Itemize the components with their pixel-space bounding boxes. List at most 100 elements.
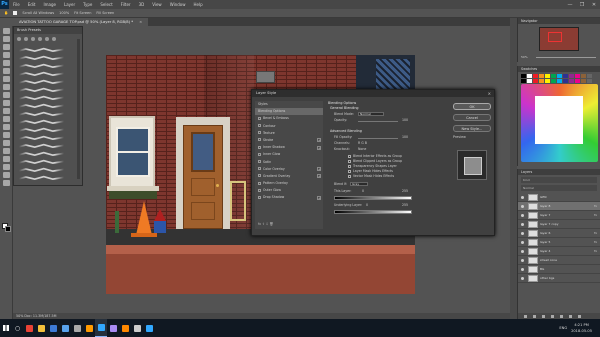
visibility-eye-icon[interactable] [521,259,524,262]
style-checkbox[interactable] [258,124,261,128]
pen-tool-icon[interactable] [2,140,10,146]
style-checkbox[interactable] [258,152,261,156]
style-item[interactable]: Styles [255,101,323,108]
zoom-tool-icon[interactable] [2,180,10,186]
visibility-eye-icon[interactable] [521,232,524,235]
color-swatch[interactable] [533,79,538,83]
lasso-tool-icon[interactable] [2,44,10,50]
style-checkbox[interactable] [258,145,261,149]
color-swatch[interactable] [551,74,556,78]
color-swatch[interactable] [575,74,580,78]
fill-opacity-value[interactable]: 100 [402,135,408,140]
layer-filter-kind[interactable]: Kind [521,177,597,183]
add-style-icon[interactable] [533,314,536,318]
language-indicator[interactable]: ENG [559,326,567,330]
layer-row[interactable]: layer 8 fx [518,202,600,211]
layer-row[interactable]: street cone [518,256,600,265]
knockout-select[interactable]: None [358,147,366,152]
layer-row[interactable]: layer 5 fx [518,238,600,247]
brush-panel-scrollbar[interactable] [77,39,80,179]
underlying-gradient-slider[interactable] [334,210,412,214]
style-checkbox[interactable] [258,181,261,185]
taskbar-app[interactable] [35,319,47,337]
brush-stroke-preview[interactable] [19,135,64,140]
color-swatch[interactable] [533,74,538,78]
visibility-eye-icon[interactable] [521,214,524,217]
layer-row[interactable]: GEN [518,193,600,202]
navigator-zoom-slider[interactable] [536,57,596,58]
checkbox[interactable] [348,169,351,173]
brush-stroke-preview[interactable] [19,159,64,164]
visibility-eye-icon[interactable] [521,196,524,199]
new-group-icon[interactable] [560,314,563,318]
brush-stroke-preview[interactable] [19,79,64,84]
menu-type[interactable]: Type [79,2,96,7]
fx-controls[interactable]: fx ⇧ ⇩ 🗑 [258,222,273,226]
move-tool-icon[interactable] [2,28,10,34]
style-item[interactable]: Drop Shadow + [255,194,323,201]
color-swatch[interactable] [569,79,574,83]
style-item[interactable]: Blending Options [255,108,323,116]
layer-row[interactable]: layer 7 copy [518,220,600,229]
style-checkbox[interactable] [258,160,261,163]
menu-filter[interactable]: Filter [117,2,135,7]
taskbar-app[interactable] [119,319,131,337]
path-select-tool-icon[interactable] [2,156,10,162]
color-swatch[interactable] [521,79,526,83]
style-checkbox[interactable] [258,188,261,192]
navigator-view-box[interactable] [548,32,562,42]
color-swatch[interactable] [521,74,526,78]
start-button[interactable] [0,319,12,337]
ok-button[interactable]: OK [453,103,491,110]
checkbox[interactable] [348,159,351,163]
visibility-eye-icon[interactable] [521,277,524,280]
menu-window[interactable]: Window [166,2,190,7]
shape-tool-icon[interactable] [2,164,10,170]
checkbox[interactable] [348,154,351,158]
blend-if-select[interactable]: Gray [350,182,368,186]
minimize-button[interactable]: — [564,2,576,8]
brush-stroke-preview[interactable] [19,63,64,68]
brush-stroke-preview[interactable] [19,55,64,60]
style-item[interactable]: Color Overlay + [255,166,323,173]
add-style-instance-button[interactable]: + [317,174,321,179]
taskbar-app[interactable] [131,319,143,337]
style-item[interactable]: Texture [255,130,323,137]
crop-tool-icon[interactable] [2,60,10,66]
scroll-all-checkbox[interactable] [13,11,18,15]
checkbox[interactable] [348,174,351,178]
dialog-close-button[interactable]: × [488,90,491,97]
layer-row[interactable]: BG [518,265,600,274]
color-swatch[interactable] [563,79,568,83]
visibility-eye-icon[interactable] [521,241,524,244]
color-swatch[interactable] [569,74,574,78]
color-swatch[interactable] [527,79,532,83]
menu-image[interactable]: Image [39,2,60,7]
style-checkbox[interactable] [258,167,261,171]
color-swatch[interactable] [587,79,592,83]
menu-edit[interactable]: Edit [24,2,40,7]
zoom-100-button[interactable]: 100% [59,11,69,15]
brush-stroke-preview[interactable] [19,151,64,156]
checkbox[interactable] [348,164,351,168]
gradient-tool-icon[interactable] [2,116,10,122]
color-wheel[interactable] [521,84,598,162]
taskbar-app[interactable] [71,319,83,337]
style-item[interactable]: Outer Glow [255,187,323,194]
style-checkbox[interactable] [258,174,261,178]
brush-stroke-preview[interactable] [19,95,64,100]
menu-3d[interactable]: 3D [135,2,149,7]
style-checkbox[interactable] [258,131,261,135]
navigator-thumbnail[interactable] [539,27,579,51]
layer-row[interactable]: layer 6 fx [518,229,600,238]
eraser-tool-icon[interactable] [2,108,10,114]
layer-effects-icon[interactable]: fx [594,238,597,247]
menu-help[interactable]: Help [189,2,206,7]
layer-row[interactable]: layer 7 fx [518,211,600,220]
menu-file[interactable]: File [9,2,24,7]
brush-tool-icon[interactable] [2,84,10,90]
taskbar-app[interactable] [83,319,95,337]
preview-checkbox-row[interactable]: Preview [453,135,491,139]
fill-opacity-slider[interactable] [358,138,398,139]
color-swatch[interactable] [587,74,592,78]
